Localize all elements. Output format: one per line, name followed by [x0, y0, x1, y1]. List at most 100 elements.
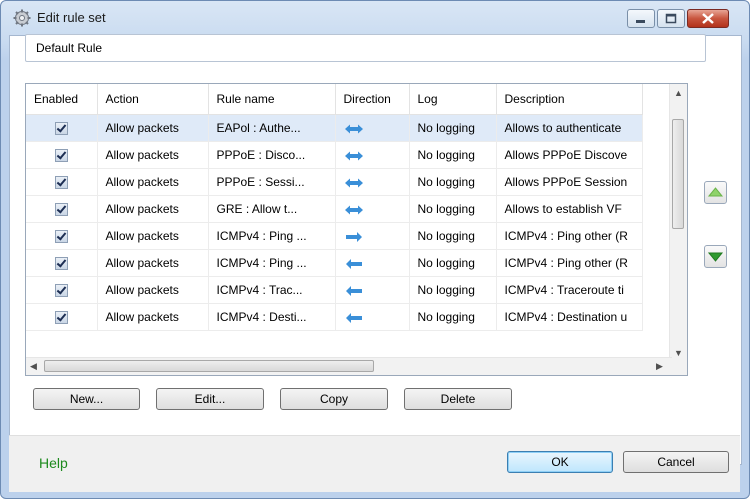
log-cell: No logging — [409, 168, 497, 196]
action-cell: Allow packets — [97, 114, 209, 142]
copy-rule-button[interactable]: Copy — [280, 388, 388, 410]
direction-cell — [335, 303, 410, 331]
rule-name-cell: ICMPv4 : Ping ... — [208, 249, 336, 277]
move-down-button[interactable] — [704, 245, 727, 268]
column-header-description[interactable]: Description — [496, 84, 643, 115]
dialog-window: Edit rule set Enabled Action Rule name — [0, 0, 750, 499]
inbound-arrow-icon — [344, 310, 364, 324]
enabled-cell — [26, 168, 98, 196]
rule-name-cell: EAPol : Authe... — [208, 114, 336, 142]
enabled-checkbox[interactable] — [54, 284, 68, 298]
scroll-down-icon[interactable]: ▼ — [674, 348, 683, 358]
description-cell: Allows to establish VF — [496, 195, 643, 223]
enabled-cell — [26, 276, 98, 304]
move-up-button[interactable] — [704, 181, 727, 204]
log-cell: No logging — [409, 141, 497, 169]
description-cell: Allows PPPoE Session — [496, 168, 643, 196]
outbound-arrow-icon — [344, 229, 364, 243]
description-cell: ICMPv4 : Ping other (R — [496, 249, 643, 277]
triangle-down-icon — [707, 252, 724, 262]
new-rule-button[interactable]: New... — [33, 388, 140, 410]
table-row[interactable]: Allow packets ICMPv4 : Trac... No logging I… — [26, 276, 643, 304]
table-row[interactable]: Allow packets ICMPv4 : Ping ... No logging… — [26, 222, 643, 250]
rule-name-cell: PPPoE : Sessi... — [208, 168, 336, 196]
enabled-cell — [26, 303, 98, 331]
vertical-scrollbar[interactable]: ▲ ▼ — [669, 84, 687, 360]
enabled-checkbox[interactable] — [54, 203, 68, 217]
rule-name-cell: ICMPv4 : Trac... — [208, 276, 336, 304]
scroll-left-icon[interactable]: ◀ — [30, 361, 37, 372]
direction-cell — [335, 168, 410, 196]
rule-name-cell: ICMPv4 : Desti... — [208, 303, 336, 331]
enabled-cell — [26, 195, 98, 223]
enabled-checkbox[interactable] — [54, 122, 68, 136]
help-link[interactable]: Help — [39, 455, 68, 471]
enabled-checkbox[interactable] — [54, 149, 68, 163]
triangle-up-icon — [707, 187, 724, 197]
action-cell: Allow packets — [97, 222, 209, 250]
action-cell: Allow packets — [97, 168, 209, 196]
minimize-button[interactable] — [627, 9, 655, 28]
action-cell: Allow packets — [97, 141, 209, 169]
table-row[interactable]: Allow packets EAPol : Authe... No logging A… — [26, 114, 643, 142]
close-button[interactable] — [687, 9, 729, 28]
rule-name-cell: GRE : Allow t... — [208, 195, 336, 223]
log-cell: No logging — [409, 195, 497, 223]
action-cell: Allow packets — [97, 303, 209, 331]
description-cell: Allows PPPoE Discove — [496, 141, 643, 169]
action-cell: Allow packets — [97, 195, 209, 223]
maximize-icon — [665, 13, 677, 24]
cancel-button[interactable]: Cancel — [623, 451, 729, 473]
column-header-rule-name[interactable]: Rule name — [208, 84, 336, 115]
table-header-row: Enabled Action Rule name Direction Log D… — [26, 84, 643, 115]
scroll-up-icon[interactable]: ▲ — [674, 88, 683, 98]
column-header-log[interactable]: Log — [409, 84, 497, 115]
close-icon — [702, 13, 714, 24]
description-cell: ICMPv4 : Traceroute ti — [496, 276, 643, 304]
rule-set-name-input[interactable] — [25, 34, 706, 62]
rule-name-cell: ICMPv4 : Ping ... — [208, 222, 336, 250]
enabled-cell — [26, 249, 98, 277]
bidirectional-arrow-icon — [344, 148, 364, 162]
horizontal-scroll-thumb[interactable] — [44, 360, 374, 372]
direction-cell — [335, 141, 410, 169]
table-row[interactable]: Allow packets ICMPv4 : Desti... No logging… — [26, 303, 643, 331]
table-row[interactable]: Allow packets PPPoE : Disco... No logging A… — [26, 141, 643, 169]
log-cell: No logging — [409, 276, 497, 304]
column-header-enabled[interactable]: Enabled — [26, 84, 98, 115]
log-cell: No logging — [409, 303, 497, 331]
enabled-cell — [26, 141, 98, 169]
table-row[interactable]: Allow packets ICMPv4 : Ping ... No logging… — [26, 249, 643, 277]
minimize-icon — [636, 20, 645, 23]
table-row[interactable]: Allow packets GRE : Allow t... No logging A… — [26, 195, 643, 223]
direction-cell — [335, 249, 410, 277]
description-cell: ICMPv4 : Ping other (R — [496, 222, 643, 250]
description-cell: ICMPv4 : Destination u — [496, 303, 643, 331]
scroll-right-icon[interactable]: ▶ — [656, 361, 663, 372]
delete-rule-button[interactable]: Delete — [404, 388, 512, 410]
description-cell: Allows to authenticate — [496, 114, 643, 142]
title-bar[interactable]: Edit rule set — [1, 1, 749, 35]
vertical-scroll-thumb[interactable] — [672, 119, 684, 229]
bidirectional-arrow-icon — [344, 202, 364, 216]
rule-name-cell: PPPoE : Disco... — [208, 141, 336, 169]
rules-grid: Enabled Action Rule name Direction Log D… — [26, 84, 643, 331]
enabled-checkbox[interactable] — [54, 257, 68, 271]
direction-cell — [335, 276, 410, 304]
column-header-action[interactable]: Action — [97, 84, 209, 115]
horizontal-scrollbar[interactable]: ◀ ▶ — [26, 357, 672, 375]
window-title: Edit rule set — [37, 10, 106, 25]
rules-table: Enabled Action Rule name Direction Log D… — [25, 83, 688, 376]
direction-cell — [335, 195, 410, 223]
enabled-checkbox[interactable] — [54, 176, 68, 190]
ok-button[interactable]: OK — [507, 451, 613, 473]
bidirectional-arrow-icon — [344, 121, 364, 135]
enabled-checkbox[interactable] — [54, 230, 68, 244]
enabled-checkbox[interactable] — [54, 311, 68, 325]
direction-cell — [335, 114, 410, 142]
enabled-cell — [26, 114, 98, 142]
table-row[interactable]: Allow packets PPPoE : Sessi... No logging A… — [26, 168, 643, 196]
maximize-button[interactable] — [657, 9, 685, 28]
edit-rule-button[interactable]: Edit... — [156, 388, 264, 410]
column-header-direction[interactable]: Direction — [335, 84, 410, 115]
